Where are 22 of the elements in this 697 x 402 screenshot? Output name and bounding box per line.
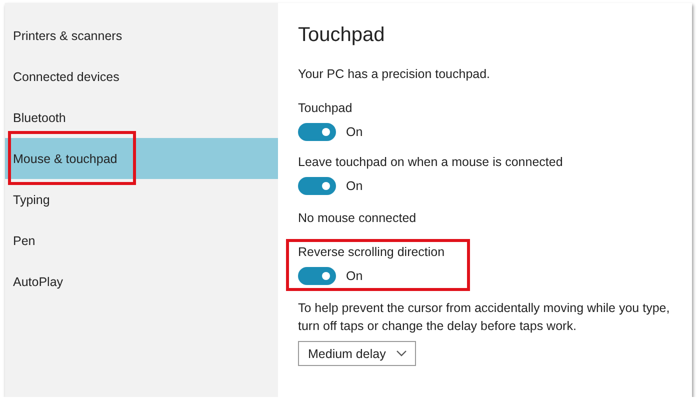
sidebar-item[interactable]: Bluetooth [5,97,278,138]
sidebar-item[interactable]: Mouse & touchpad [5,138,278,179]
toggle-state: On [346,125,363,139]
setting-label: Touchpad [298,101,352,115]
status-text: No mouse connected [298,210,418,227]
sidebar-item[interactable]: Connected devices [5,56,278,97]
toggle-state: On [346,269,363,283]
setting-label: Leave touchpad on when a mouse is connected [298,155,563,169]
setting-label: Reverse scrolling direction [298,245,445,259]
description-text: Your PC has a precision touchpad. [298,67,492,81]
sidebar-item[interactable]: Typing [5,179,278,220]
toggle-switch[interactable] [298,267,336,285]
toggle-switch[interactable] [298,123,336,141]
help-text: To help prevent the cursor from accidentally moving while you type, turn off taps or change the delay before taps work. [298,300,671,335]
toggle-state: On [346,179,363,193]
sidebar-item[interactable]: Pen [5,220,278,261]
toggle-switch[interactable] [298,177,336,195]
page-title: Touchpad [298,22,386,48]
sidebar-item[interactable]: AutoPlay [5,261,278,302]
sidebar-item[interactable]: Printers & scanners [5,15,278,56]
chevron-down-icon [396,350,407,357]
delay-dropdown[interactable]: Medium delay [298,341,416,366]
